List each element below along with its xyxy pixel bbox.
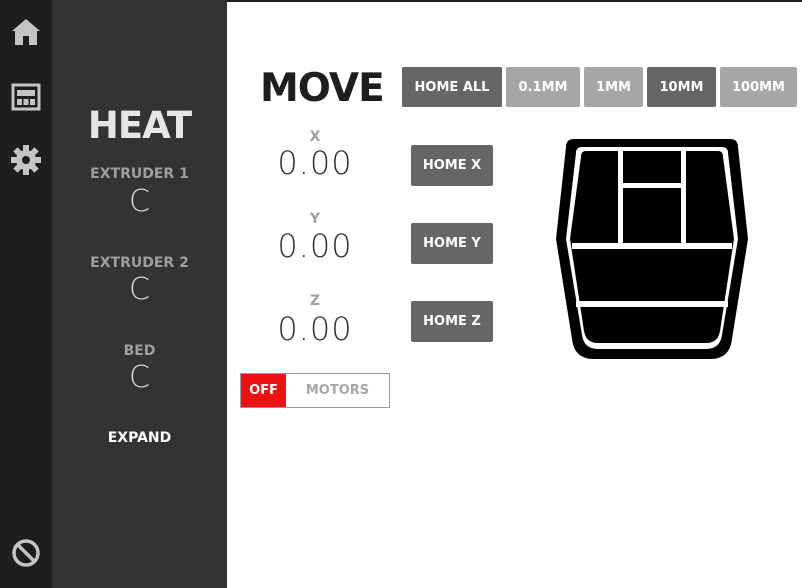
- extruder1-label: EXTRUDER 1: [90, 166, 189, 182]
- home-y-button[interactable]: HOME Y: [411, 223, 493, 264]
- y-axis-label: Y: [309, 211, 321, 227]
- home-icon[interactable]: [10, 16, 42, 48]
- step-10mm-button[interactable]: 10MM: [647, 67, 716, 107]
- y-axis-value: 0.00: [277, 227, 353, 265]
- bed-label: BED: [123, 343, 156, 359]
- home-x-button[interactable]: HOME X: [411, 145, 493, 186]
- motors-state: OFF: [241, 374, 286, 407]
- step-1mm-button[interactable]: 1MM: [584, 67, 643, 107]
- printer-jog-graphic[interactable]: [552, 131, 752, 361]
- step-100mm-button[interactable]: 100MM: [720, 67, 797, 107]
- motors-toggle[interactable]: OFF MOTORS: [240, 373, 390, 408]
- x-axis-value: 0.00: [277, 144, 353, 182]
- bed-temperature: C: [129, 360, 150, 395]
- move-title: MOVE: [260, 66, 385, 111]
- heat-title: HEAT: [87, 104, 192, 147]
- home-all-button[interactable]: HOME ALL: [402, 67, 502, 107]
- stop-icon[interactable]: [10, 537, 42, 569]
- z-axis-label: Z: [309, 293, 321, 309]
- motors-label: MOTORS: [305, 383, 370, 398]
- step-0-1mm-button[interactable]: 0.1MM: [506, 67, 580, 107]
- extruder2-temperature: C: [129, 272, 150, 307]
- expand-button[interactable]: EXPAND: [52, 430, 227, 446]
- home-z-button[interactable]: HOME Z: [411, 301, 493, 342]
- heat-panel: HEAT EXTRUDER 1 C EXTRUDER 2 C BED C EXP…: [52, 0, 227, 588]
- display-icon[interactable]: [10, 81, 42, 113]
- icon-sidebar: [0, 0, 52, 588]
- extruder1-temperature: C: [129, 184, 150, 219]
- extruder2-label: EXTRUDER 2: [90, 255, 189, 271]
- z-axis-value: 0.00: [277, 310, 353, 348]
- x-axis-label: X: [309, 129, 321, 145]
- gear-icon[interactable]: [10, 144, 42, 176]
